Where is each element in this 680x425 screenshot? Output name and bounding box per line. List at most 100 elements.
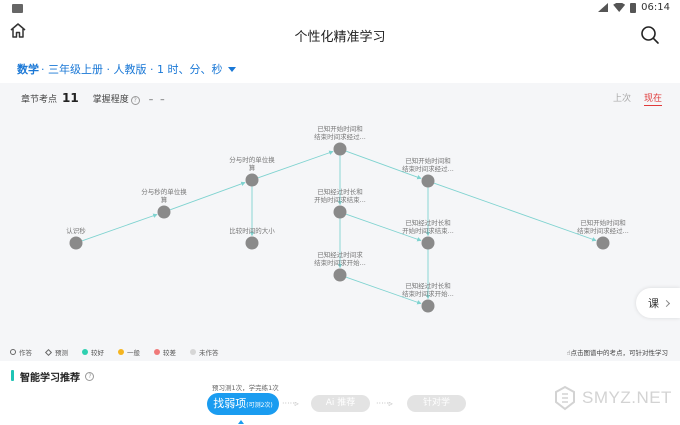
knowledge-node-label: 结束时间求开始... (314, 258, 366, 267)
diamond-icon (44, 348, 53, 356)
pointer-indicator (238, 420, 244, 424)
legend-label: 一般 (127, 349, 140, 357)
knowledge-node[interactable]: 认识秒 (66, 226, 86, 250)
targeted-study-button[interactable]: 针对学 (407, 395, 466, 412)
knowledge-node-label: 结束时间求经过... (402, 164, 454, 173)
step-arrow: ·····▹ (376, 399, 393, 408)
knowledge-node[interactable]: 分与时的单位换算 (229, 155, 275, 187)
knowledge-node-label: 算 (161, 195, 168, 204)
knowledge-node[interactable]: 比较时间的大小 (229, 226, 275, 250)
dot-icon (82, 349, 88, 355)
knowledge-node[interactable]: 已知经过时长和开始时间求结束... (314, 187, 366, 219)
status-bar: 06:14 (0, 0, 680, 17)
legend-label: 预测 (55, 349, 68, 357)
subject-name: 数学 (17, 63, 39, 76)
graph-edge (169, 181, 246, 211)
legend-item-predicted: 预测 (44, 347, 68, 357)
knowledge-node-label: 开始时间求结束... (314, 195, 366, 204)
knowledge-node-dot[interactable] (69, 236, 83, 250)
knowledge-node-dot[interactable] (245, 236, 259, 250)
knowledge-node-label: 分与秒的单位换 (141, 187, 187, 196)
section-accent-bar (11, 370, 14, 381)
knowledge-node-label: 结束时间求经过... (577, 226, 629, 235)
knowledge-node-dot[interactable] (421, 236, 435, 250)
ring-icon (10, 349, 16, 355)
wifi-icon (613, 3, 626, 12)
status-time: 06:14 (641, 2, 670, 13)
knowledge-node[interactable]: 已知开始时间和结束时间求经过... (314, 124, 366, 156)
knowledge-node-label: 已知经过时间求 (317, 250, 363, 259)
graph-edge (433, 182, 597, 242)
knowledge-node-dot[interactable] (333, 205, 347, 219)
knowledge-node-label: 结束时间求开始... (402, 289, 454, 298)
knowledge-node-dot[interactable] (333, 142, 347, 156)
page-title: 个性化精准学习 (294, 30, 386, 45)
recommend-title-text: 智能学习推荐 (20, 373, 80, 384)
legend-item-unanswered: 未作答 (190, 347, 219, 357)
caret-down-icon (228, 66, 237, 72)
dot-icon (190, 349, 196, 355)
app-bar: 个性化精准学习 (0, 17, 680, 53)
knowledge-node-dot[interactable] (421, 174, 435, 188)
knowledge-graph: 认识秒分与秒的单位换算分与时的单位换算比较时间的大小已知开始时间和结束时间求经过… (66, 124, 629, 313)
knowledge-node[interactable]: 分与秒的单位换算 (141, 187, 187, 219)
knowledge-node[interactable]: 已知经过时间求结束时间求开始... (314, 250, 366, 282)
knowledge-node[interactable]: 已知经过时长和结束时间求开始... (402, 281, 454, 313)
knowledge-graph-panel: 章节考点 11 掌握程度 ? – – 上次 现在 认识秒 分与秒的单位换算分与时的… (0, 83, 680, 361)
signal-icon (598, 3, 609, 12)
knowledge-node-label: 已知开始时间和 (580, 218, 626, 227)
knowledge-node[interactable]: 已知开始时间和结束时间求经过... (577, 218, 629, 250)
legend: 作答 预测 较好 一般 较差 未作答 (10, 347, 233, 357)
dot-icon (154, 349, 160, 355)
knowledge-node-label: 开始时间求结束... (402, 226, 454, 235)
subject-path: · 三年级上册 · 人教版 · 1 时、分、秒 (41, 63, 223, 76)
subject-selector[interactable]: 数学 · 三年级上册 · 人教版 · 1 时、分、秒 (17, 61, 237, 77)
legend-item-good: 较好 (82, 347, 104, 357)
steps-note: 预习测1次，学完练1次 (212, 384, 279, 392)
step-arrow: ·····▹ (282, 399, 299, 408)
graph-hint-text: 点击图谱中的考点，可针对性学习 (570, 349, 669, 357)
graph-hint: ☝点击图谱中的考点，可针对性学习 (566, 349, 669, 357)
gallery-notification-icon (12, 4, 23, 13)
watermark-text: SMYZ.NET (582, 388, 672, 407)
knowledge-node-dot[interactable] (596, 236, 610, 250)
course-tab-label: 课 (648, 297, 659, 310)
knowledge-node-label: 已知经过时长和 (317, 187, 363, 196)
graph-edge (81, 213, 158, 242)
course-tab[interactable]: 课 (636, 288, 680, 318)
legend-label: 未作答 (199, 349, 219, 357)
knowledge-node-dot[interactable] (333, 268, 347, 282)
knowledge-node-label: 已知开始时间和 (405, 156, 451, 165)
status-icons: 06:14 (598, 2, 670, 13)
find-weakness-button[interactable]: 找弱项(可测2次) (207, 393, 279, 415)
knowledge-node-label: 已知经过时长和 (405, 218, 451, 227)
search-icon[interactable] (640, 25, 660, 45)
legend-item-answered: 作答 (10, 347, 32, 357)
dot-icon (118, 349, 124, 355)
ai-recommend-button[interactable]: Ai 推荐 (311, 395, 370, 412)
graph-nodes: 认识秒分与秒的单位换算分与时的单位换算比较时间的大小已知开始时间和结束时间求经过… (66, 124, 629, 313)
knowledge-node-label: 算 (249, 163, 256, 172)
find-weakness-sub: (可测2次) (246, 402, 273, 409)
find-weakness-label: 找弱项 (213, 397, 247, 410)
legend-label: 作答 (19, 349, 32, 357)
knowledge-node[interactable]: 已知经过时长和开始时间求结束... (402, 218, 454, 250)
watermark: SMYZ.NET (554, 385, 672, 411)
battery-icon (630, 2, 637, 13)
legend-label: 较差 (163, 349, 176, 357)
knowledge-node-dot[interactable] (157, 205, 171, 219)
legend-label: 较好 (91, 349, 104, 357)
knowledge-node-dot[interactable] (421, 299, 435, 313)
knowledge-node-label: 认识秒 (66, 226, 86, 235)
legend-item-average: 一般 (118, 347, 140, 357)
knowledge-node-label: 比较时间的大小 (229, 226, 275, 235)
help-icon[interactable]: ? (85, 372, 95, 381)
recommend-section-title: 智能学习推荐 ? (20, 369, 95, 384)
chevron-right-icon (662, 299, 671, 307)
knowledge-node[interactable]: 已知开始时间和结束时间求经过... (402, 156, 454, 188)
watermark-logo-icon (555, 385, 575, 411)
knowledge-node-label: 已知经过时长和 (405, 281, 451, 290)
knowledge-node-dot[interactable] (245, 173, 259, 187)
legend-item-poor: 较差 (154, 347, 176, 357)
knowledge-node-label: 已知开始时间和 (317, 124, 363, 133)
